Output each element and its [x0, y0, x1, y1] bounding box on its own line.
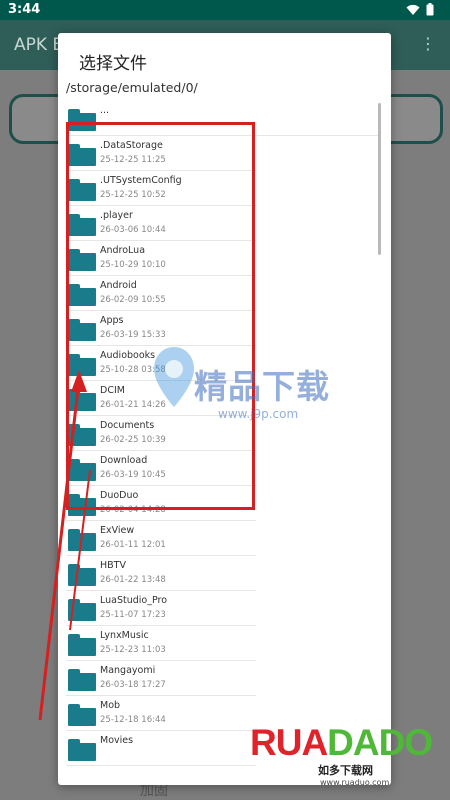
file-list-item[interactable]: HBTV 26-01-22 13:48	[66, 556, 256, 591]
watermark-logo-icon	[154, 347, 194, 407]
status-bar: 3:44	[0, 0, 450, 20]
file-name: LynxMusic	[100, 630, 149, 641]
battery-icon	[426, 3, 434, 16]
file-list-item[interactable]: Movies	[66, 731, 256, 766]
file-date: 25-12-23 11:03	[100, 645, 166, 655]
file-list-item[interactable]: ExView 26-01-11 12:01	[66, 521, 256, 556]
file-name: ...	[100, 105, 110, 116]
file-date: 26-01-22 13:48	[100, 575, 166, 585]
file-name: HBTV	[100, 560, 126, 571]
file-list-item[interactable]: Mob 25-12-18 16:44	[66, 696, 256, 731]
watermark-brand: RUADADO	[250, 722, 433, 763]
file-date: 26-03-18 17:27	[100, 680, 166, 690]
file-list-item[interactable]: Mangayomi 26-03-18 17:27	[66, 661, 256, 696]
file-name: ExView	[100, 525, 135, 536]
file-date: 25-11-07 17:23	[100, 610, 166, 620]
folder-icon	[68, 704, 96, 726]
watermark-brand-url: www.ruaduo.com	[320, 778, 390, 787]
status-time: 3:44	[8, 2, 41, 17]
file-list-item[interactable]: LuaStudio_Pro 25-11-07 17:23	[66, 591, 256, 626]
folder-icon	[68, 669, 96, 691]
folder-icon	[68, 599, 96, 621]
file-list-item[interactable]: LynxMusic 25-12-23 11:03	[66, 626, 256, 661]
file-name: Mangayomi	[100, 665, 156, 676]
folder-icon	[68, 634, 96, 656]
scrollbar[interactable]	[378, 103, 381, 255]
watermark-brand-sub: 如多下载网	[318, 764, 373, 777]
watermark-title: 精品下载	[194, 367, 330, 406]
file-name: LuaStudio_Pro	[100, 595, 168, 606]
status-icons	[406, 3, 434, 16]
folder-icon	[68, 529, 96, 551]
file-name: Movies	[100, 735, 134, 746]
file-date: 26-01-11 12:01	[100, 540, 166, 550]
dialog-title: 选择文件	[79, 54, 147, 74]
current-path: /storage/emulated/0/	[66, 80, 198, 95]
app-title: APK E	[14, 35, 64, 55]
folder-icon	[68, 739, 96, 761]
watermark-url: www.j9p.com	[218, 407, 299, 421]
more-vert-icon[interactable]: ⋮	[420, 34, 436, 53]
file-date: 25-12-18 16:44	[100, 715, 166, 725]
file-name: Mob	[100, 700, 121, 711]
folder-icon	[68, 564, 96, 586]
annotation-highlight-box	[66, 122, 255, 510]
wifi-icon	[406, 4, 420, 15]
